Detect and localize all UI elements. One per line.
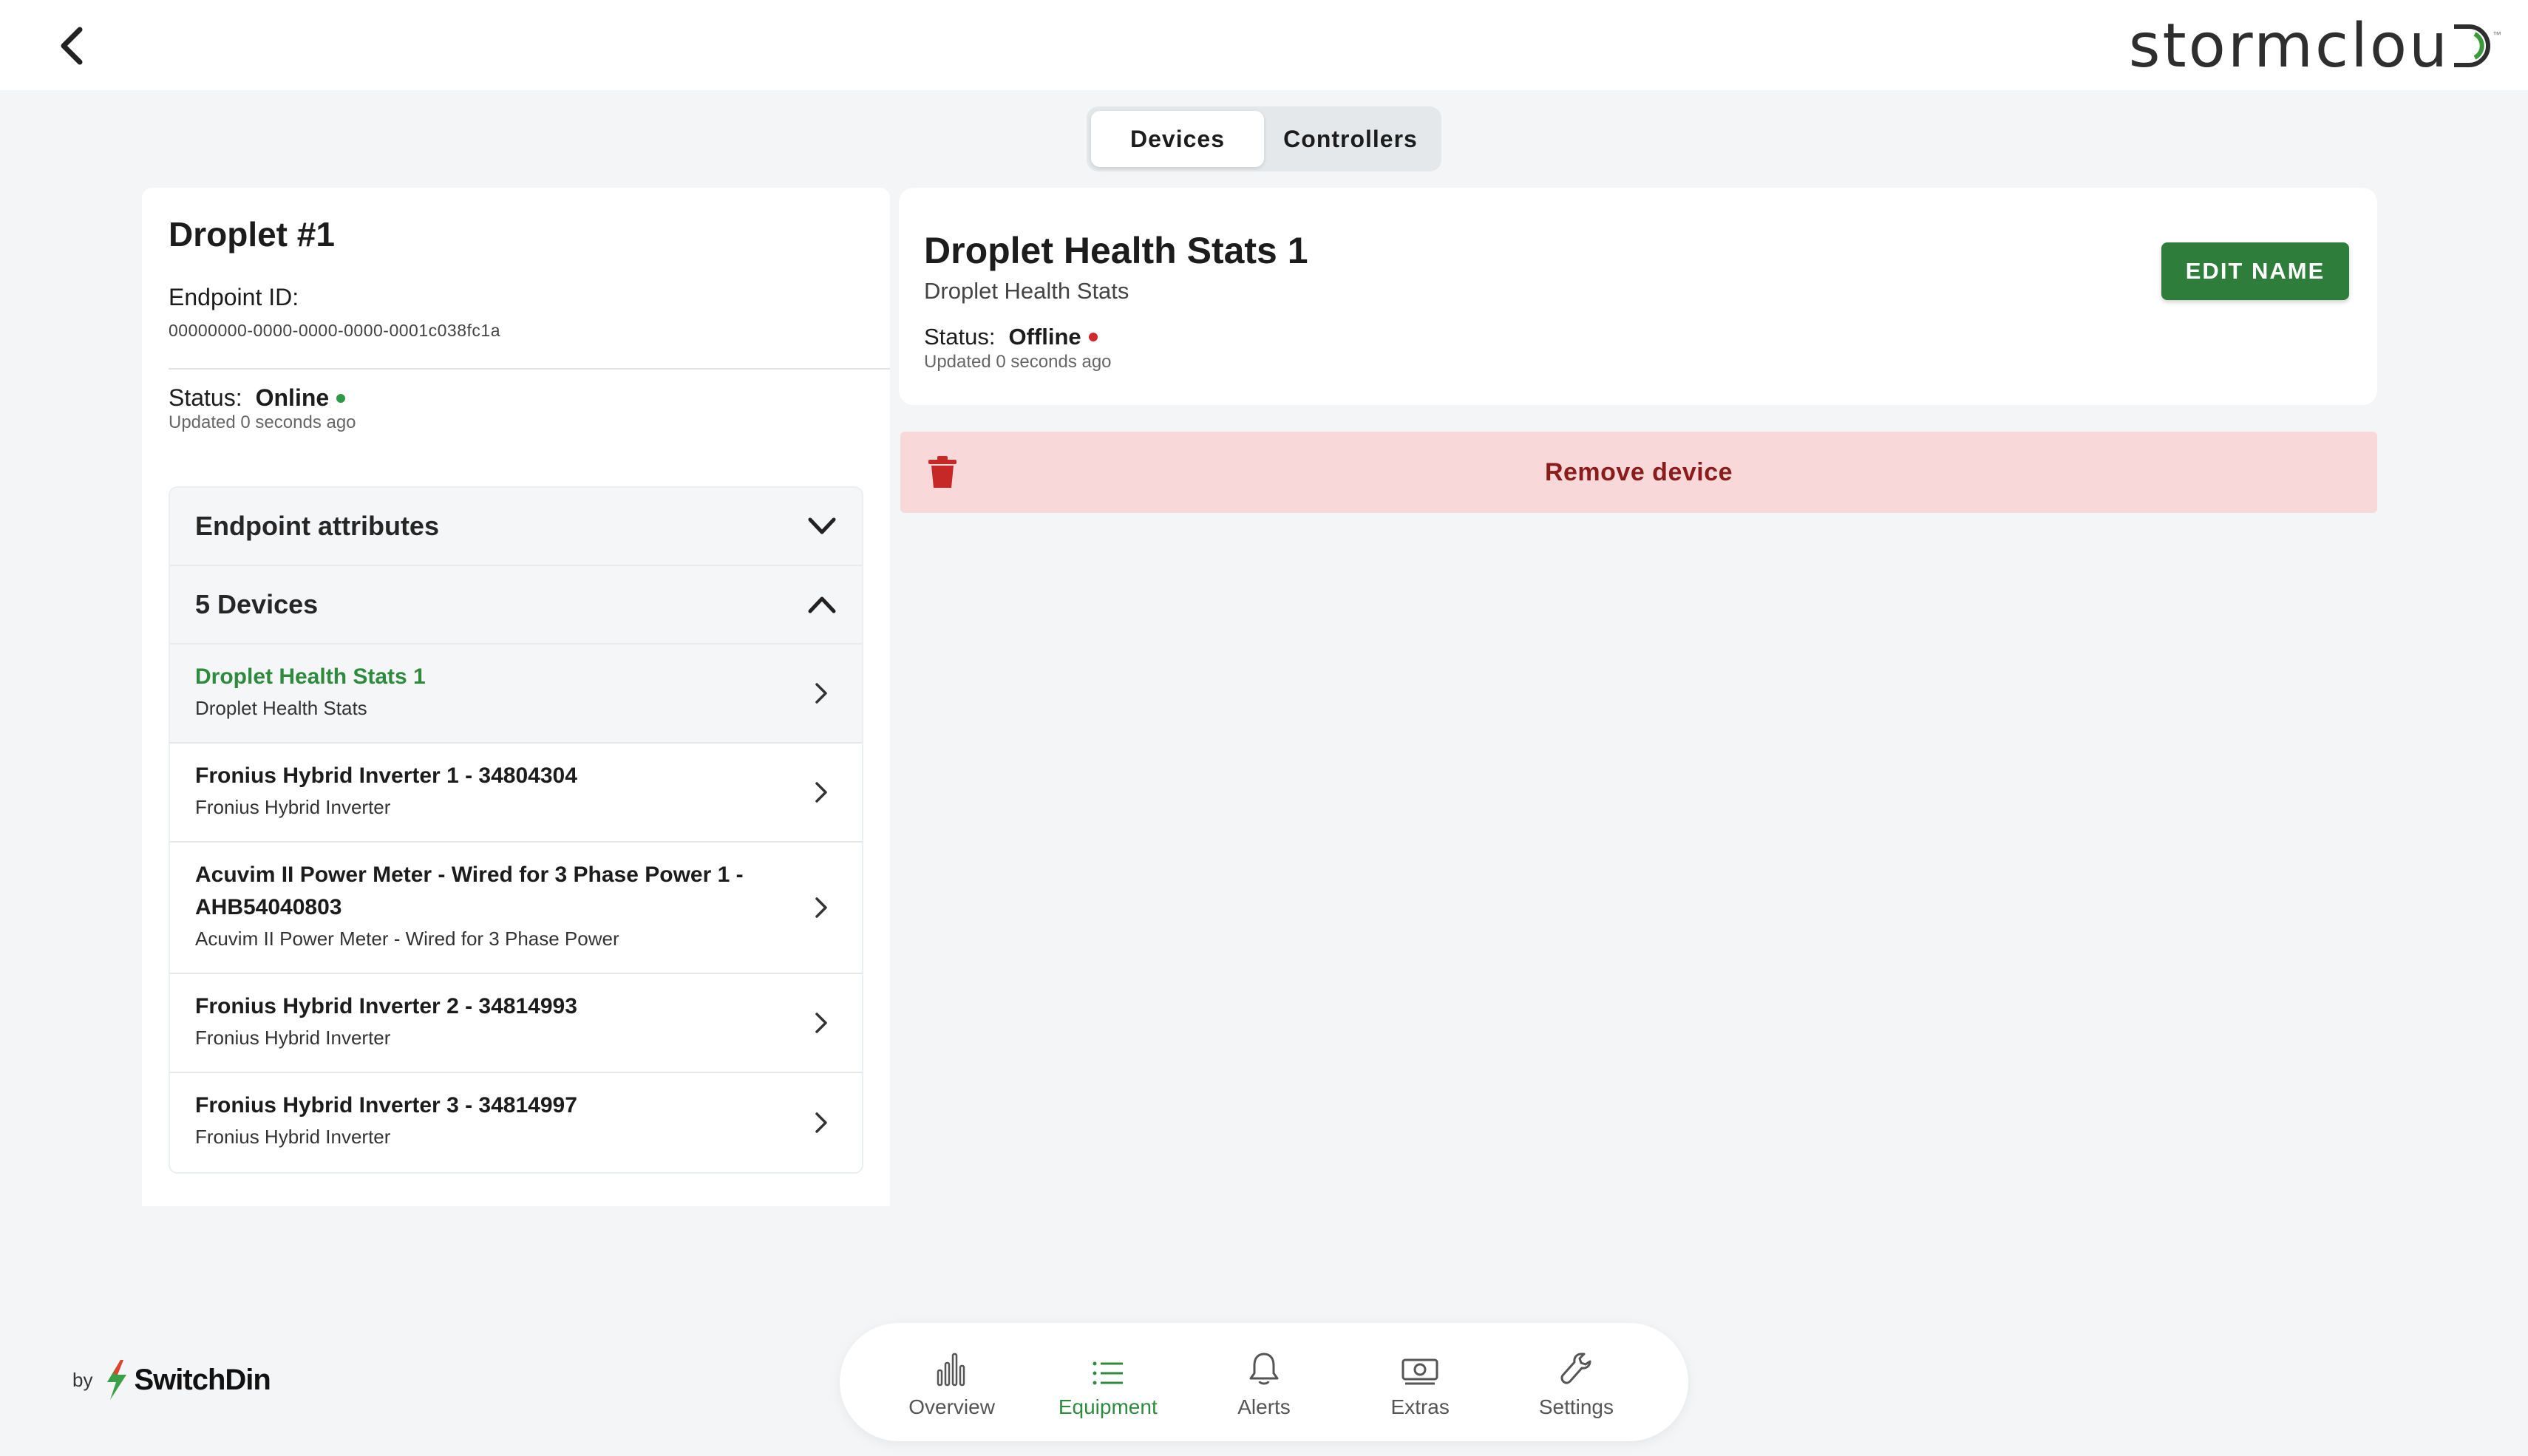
devices-count-label: 5 Devices xyxy=(195,589,319,619)
device-name: Droplet Health Stats 1 xyxy=(195,664,426,689)
trash-icon xyxy=(928,456,957,488)
device-type: Droplet Health Stats xyxy=(195,697,367,719)
device-name: Acuvim II Power Meter - Wired for 3 Phas… xyxy=(195,863,744,919)
remove-device-label: Remove device xyxy=(1544,457,1733,486)
device-name: Fronius Hybrid Inverter 3 - 34814997 xyxy=(195,1093,577,1117)
chevron-left-icon xyxy=(61,27,83,65)
endpoint-title: Droplet #1 xyxy=(169,215,335,254)
endpoint-accordion: Endpoint attributes 5 Devices Droplet He… xyxy=(169,486,863,1174)
nav-settings[interactable]: Settings xyxy=(1498,1334,1654,1430)
device-name: Fronius Hybrid Inverter 1 - 34804304 xyxy=(195,763,577,788)
back-button[interactable] xyxy=(44,18,101,74)
chevron-up-icon xyxy=(808,596,836,613)
device-type: Fronius Hybrid Inverter xyxy=(195,796,391,818)
endpoint-updated: Updated 0 seconds ago xyxy=(169,412,356,432)
logo-d-mark xyxy=(2450,22,2493,69)
status-online-dot xyxy=(336,393,346,403)
status-offline-dot xyxy=(1088,333,1098,341)
bell-icon xyxy=(1249,1353,1279,1385)
endpoint-id-label: Endpoint ID: xyxy=(169,284,299,310)
nav-overview[interactable]: Overview xyxy=(874,1334,1030,1430)
bottom-nav: Overview Equipment Alerts Extras Setting… xyxy=(840,1323,1688,1441)
switchdin-bolt-icon xyxy=(107,1360,127,1400)
device-name: Fronius Hybrid Inverter 2 - 34814993 xyxy=(195,994,577,1018)
chevron-right-icon xyxy=(815,782,827,803)
chevron-right-icon xyxy=(815,683,827,704)
chevron-right-icon xyxy=(815,1112,827,1133)
device-detail-card: Droplet Health Stats 1 Droplet Health St… xyxy=(899,188,2377,405)
wrench-icon xyxy=(1560,1353,1591,1384)
status-label: Status: xyxy=(169,384,242,411)
switchdin-byline: by SwitchDin xyxy=(72,1358,271,1401)
money-icon xyxy=(1401,1358,1438,1385)
edit-name-button[interactable]: EDIT NAME xyxy=(2161,242,2349,300)
remove-device-button[interactable]: Remove device xyxy=(900,432,2377,513)
endpoint-attributes-header[interactable]: Endpoint attributes xyxy=(170,488,862,566)
chevron-right-icon xyxy=(815,897,827,918)
by-text: by xyxy=(72,1368,93,1391)
device-item[interactable]: Acuvim II Power Meter - Wired for 3 Phas… xyxy=(170,843,862,974)
devices-header[interactable]: 5 Devices xyxy=(170,566,862,644)
bar-chart-icon xyxy=(937,1353,965,1387)
device-updated: Updated 0 seconds ago xyxy=(924,352,1112,372)
logo-tm: ™ xyxy=(2493,30,2501,40)
divider xyxy=(169,368,890,370)
endpoint-attributes-label: Endpoint attributes xyxy=(195,511,439,541)
status-label: Status: xyxy=(924,324,996,350)
nav-label: Extras xyxy=(1390,1395,1450,1418)
top-bar: stormclou ™ xyxy=(0,0,2528,90)
nav-label: Equipment xyxy=(1058,1395,1158,1418)
chevron-right-icon xyxy=(815,1013,827,1033)
endpoint-card: Droplet #1 Endpoint ID: 00000000-0000-00… xyxy=(142,188,890,1206)
device-detail-subtitle: Droplet Health Stats xyxy=(924,278,1129,304)
tab-controllers[interactable]: Controllers xyxy=(1264,111,1437,167)
nav-label: Settings xyxy=(1538,1395,1614,1418)
status-value: Online xyxy=(255,384,330,411)
device-item[interactable]: Fronius Hybrid Inverter 1 - 34804304 Fro… xyxy=(170,744,862,843)
logo-text: stormclou xyxy=(2128,10,2450,81)
device-item[interactable]: Fronius Hybrid Inverter 2 - 34814993 Fro… xyxy=(170,974,862,1073)
status-value: Offline xyxy=(1008,324,1081,350)
chevron-down-icon xyxy=(808,517,836,534)
device-detail-title: Droplet Health Stats 1 xyxy=(924,230,1308,271)
stormcloud-logo: stormclou ™ xyxy=(2129,11,2501,81)
tab-devices[interactable]: Devices xyxy=(1091,111,1264,167)
device-type: Fronius Hybrid Inverter xyxy=(195,1126,391,1148)
nav-label: Alerts xyxy=(1237,1395,1291,1418)
devices-controllers-toggle: Devices Controllers xyxy=(1087,106,1441,171)
device-type: Fronius Hybrid Inverter xyxy=(195,1027,391,1049)
device-status: Status: Offline xyxy=(924,324,1098,350)
endpoint-status: Status: Online xyxy=(169,384,346,412)
device-item[interactable]: Fronius Hybrid Inverter 3 - 34814997 Fro… xyxy=(170,1073,862,1172)
device-type: Acuvim II Power Meter - Wired for 3 Phas… xyxy=(195,928,619,950)
nav-equipment[interactable]: Equipment xyxy=(1030,1334,1186,1430)
nav-extras[interactable]: Extras xyxy=(1342,1334,1498,1430)
switchdin-brand: SwitchDin xyxy=(134,1363,271,1396)
nav-alerts[interactable]: Alerts xyxy=(1186,1334,1342,1430)
nav-label: Overview xyxy=(908,1395,995,1418)
endpoint-id-value: 00000000-0000-0000-0000-0001c038fc1a xyxy=(169,321,500,340)
list-icon xyxy=(1093,1361,1123,1385)
device-item[interactable]: Droplet Health Stats 1 Droplet Health St… xyxy=(170,644,862,744)
